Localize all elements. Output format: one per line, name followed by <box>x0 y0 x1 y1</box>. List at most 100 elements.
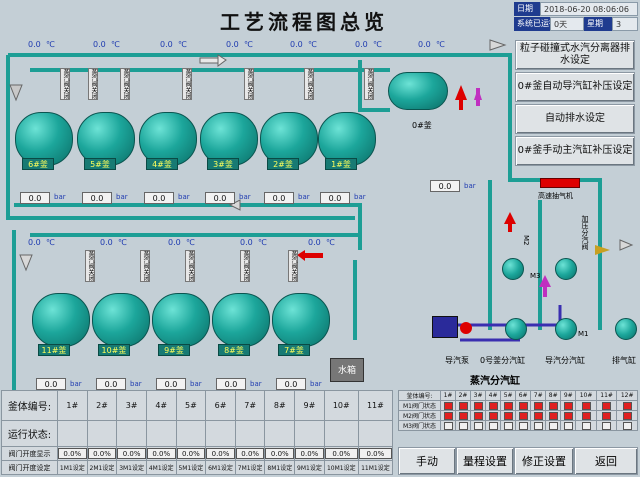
pressure-readout: 0.0 <box>276 378 306 390</box>
valve-set-button[interactable]: 8M1设定 <box>264 460 296 475</box>
boiler-8[interactable] <box>212 293 270 347</box>
temp-reading: 0.0 ℃ <box>160 40 187 49</box>
valve-indicator <box>622 411 632 420</box>
pump-indicator <box>460 322 472 334</box>
valve-indicator <box>602 421 612 430</box>
valve-set-button[interactable]: 7M1设定 <box>234 460 266 475</box>
back-button[interactable]: 返回 <box>574 447 638 475</box>
run-status <box>175 420 207 447</box>
valve-open-readout: 0.0% <box>358 448 392 459</box>
boiler-id: 7# <box>234 390 266 421</box>
row-label: M3阀门状态 <box>398 420 441 431</box>
boiler-11[interactable] <box>32 293 90 347</box>
m2-vessel <box>555 258 577 280</box>
row-label: 阀门开度显示 <box>1 446 58 461</box>
run-status <box>145 420 177 447</box>
valve-open-readout: 0.0% <box>324 448 358 459</box>
header0-label: 0号釜分汽缸 <box>480 356 526 365</box>
valve-set-button[interactable]: 3M1设定 <box>116 460 147 475</box>
row-label: 运行状态: <box>1 420 58 447</box>
m3-vessel <box>502 258 524 280</box>
temp-reading: 0.0 ℃ <box>355 40 382 49</box>
valve-indicator <box>503 411 513 420</box>
steam-valve[interactable]: 蒸汽阀关闭 <box>304 68 314 100</box>
separator-drain-setting-button[interactable]: 粒子碰撞式水汽分离器排水设定 <box>515 40 635 70</box>
valve-indicator <box>503 421 513 430</box>
correction-setting-button[interactable]: 修正设置 <box>514 447 574 475</box>
steam-pump-label: 导汽泵 <box>445 356 469 365</box>
boiler-0[interactable] <box>388 72 448 110</box>
valve-indicator <box>563 401 573 410</box>
manual-button[interactable]: 手动 <box>398 447 456 475</box>
valve-set-button[interactable]: 2M1设定 <box>86 460 118 475</box>
boiler0-manual-pressure-button[interactable]: 0#釜手动主汽缸补压设定 <box>515 136 635 166</box>
valve-indicator <box>548 411 558 420</box>
m2-label: M2 <box>522 235 530 246</box>
valve-indicator <box>548 401 558 410</box>
steam-valve[interactable]: 蒸汽阀关闭 <box>182 68 192 100</box>
temp-reading: 0.0 ℃ <box>168 238 195 247</box>
steam-valve[interactable]: 蒸汽阀关闭 <box>85 250 95 282</box>
pressure-readout: 0.0 <box>430 180 460 192</box>
valve-set-button[interactable]: 5M1设定 <box>175 460 207 475</box>
valve-indicator <box>503 401 513 410</box>
valve-indicator <box>581 401 591 410</box>
m1-label: M1 <box>578 330 589 338</box>
steam-valve[interactable]: 蒸汽阀关闭 <box>60 68 70 100</box>
steam-valve[interactable]: 蒸汽阀关闭 <box>240 250 250 282</box>
steam-valve[interactable]: 蒸汽阀关闭 <box>88 68 98 100</box>
boiler-label: 3#釜 <box>207 158 239 170</box>
boiler-id: 2# <box>86 390 118 421</box>
steam-valve[interactable]: 蒸汽阀关闭 <box>244 68 254 100</box>
auto-drain-setting-button[interactable]: 自动排水设定 <box>515 104 635 134</box>
fan-body[interactable] <box>540 178 580 188</box>
boiler-id: 11# <box>357 390 394 421</box>
valve-indicator <box>458 401 468 410</box>
valve-indicator <box>518 411 528 420</box>
steam-valve[interactable]: 蒸汽阀关闭 <box>185 250 195 282</box>
steam-valve[interactable]: 蒸汽阀关闭 <box>288 250 298 282</box>
valve-set-button[interactable]: 9M1设定 <box>294 460 325 475</box>
temp-reading: 0.0 ℃ <box>240 238 267 247</box>
boiler-id: 4# <box>145 390 177 421</box>
pressure-readout: 0.0 <box>320 192 350 204</box>
range-setting-button[interactable]: 量程设置 <box>456 447 514 475</box>
run-status <box>294 420 325 447</box>
valve-open-readout: 0.0% <box>235 448 265 459</box>
boiler-10[interactable] <box>92 293 150 347</box>
valve-indicator <box>488 401 498 410</box>
m3-label: M3 <box>530 272 541 280</box>
grid-id: 1# <box>439 390 457 401</box>
row-label: 釜体编号: <box>398 390 441 401</box>
boiler-7[interactable] <box>272 293 330 347</box>
valve-status-grid: 釜体编号: 1# 2# 3# 4# 5# 6# 7# 8# 9# 10# 11# 12# M1阀门状态… <box>398 390 638 431</box>
run-status <box>357 420 394 447</box>
pressure-readout: 0.0 <box>205 192 235 204</box>
valve-set-button[interactable]: 6M1设定 <box>205 460 236 475</box>
valve-open-readout: 0.0% <box>295 448 324 459</box>
valve-indicator <box>563 411 573 420</box>
boiler-label: 6#釜 <box>22 158 54 170</box>
valve-set-button[interactable]: 1M1设定 <box>57 460 88 475</box>
run-status <box>323 420 359 447</box>
boiler-id: 8# <box>264 390 296 421</box>
row-label: 釜体编号: <box>1 390 58 421</box>
valve-open-readout: 0.0% <box>176 448 206 459</box>
boiler-9[interactable] <box>152 293 210 347</box>
valve-set-button[interactable]: 11M1设定 <box>357 460 394 475</box>
boiler0-auto-pressure-button[interactable]: 0#釜自动导汽缸补压设定 <box>515 72 635 102</box>
grid-id: 10# <box>575 390 597 401</box>
boiler-id: 5# <box>175 390 207 421</box>
pressure-unit: bar <box>250 380 262 388</box>
run-status <box>116 420 147 447</box>
grid-id: 12# <box>616 390 638 401</box>
steam-valve[interactable]: 蒸汽阀关闭 <box>364 68 374 100</box>
valve-set-button[interactable]: 10M1设定 <box>323 460 359 475</box>
pressure-readout: 0.0 <box>144 192 174 204</box>
steam-pump[interactable] <box>432 316 458 338</box>
steam-valve[interactable]: 蒸汽阀关闭 <box>120 68 130 100</box>
steam-valve[interactable]: 蒸汽阀关闭 <box>140 250 150 282</box>
valve-indicator <box>518 401 528 410</box>
boiler-id: 10# <box>323 390 359 421</box>
valve-set-button[interactable]: 4M1设定 <box>145 460 177 475</box>
